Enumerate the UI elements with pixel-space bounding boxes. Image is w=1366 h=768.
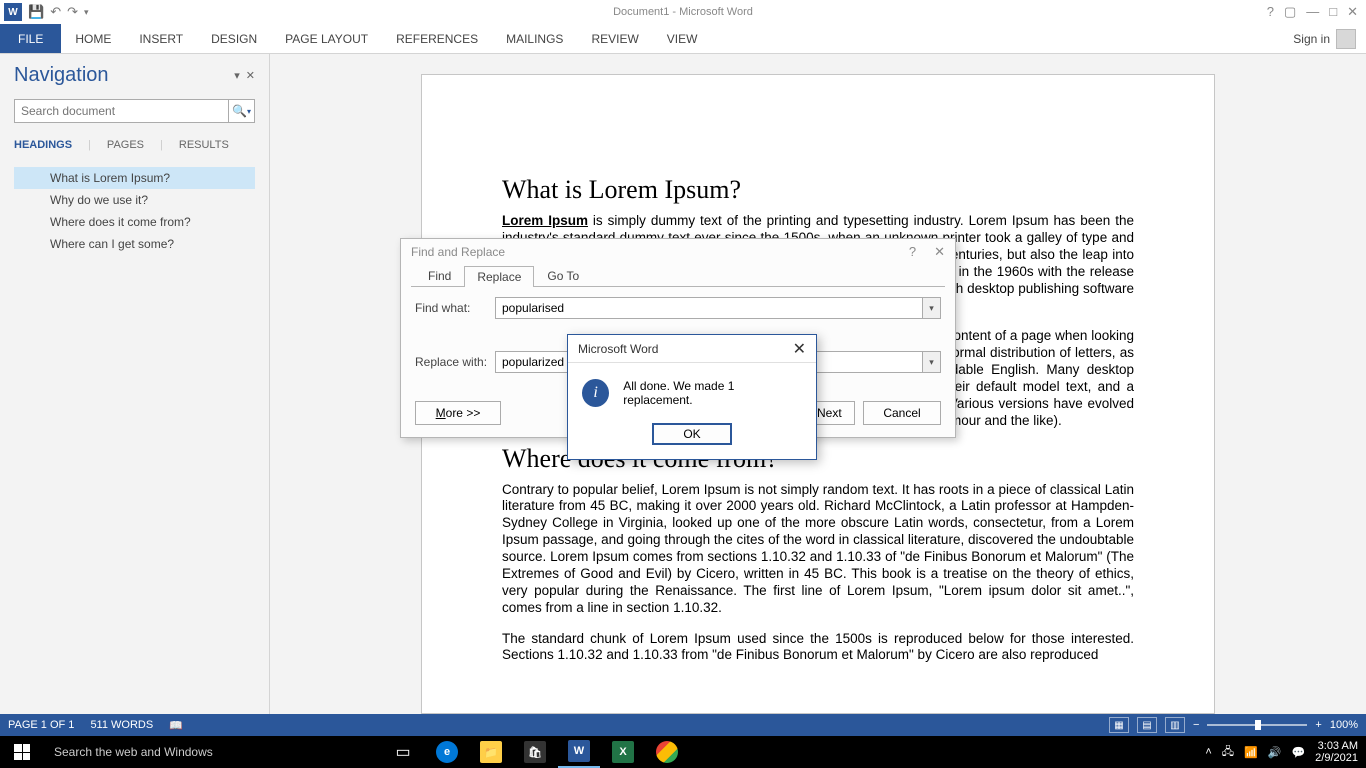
tab-insert[interactable]: INSERT: [125, 24, 197, 53]
zoom-slider[interactable]: [1207, 724, 1307, 726]
sign-in[interactable]: Sign in: [1293, 24, 1366, 53]
tab-review[interactable]: REVIEW: [577, 24, 652, 53]
message-text: All done. We made 1 replacement.: [623, 379, 802, 407]
tab-home[interactable]: HOME: [61, 24, 125, 53]
word-app-icon: W: [4, 3, 22, 21]
system-tray: ˄ 🖧 📶 🔊 💬 3:03 AM 2/9/2021: [1205, 740, 1366, 764]
view-print-icon[interactable]: ▤: [1137, 717, 1157, 733]
tray-clock[interactable]: 3:03 AM 2/9/2021: [1315, 740, 1358, 764]
nav-search-button[interactable]: 🔍 ▾: [228, 100, 254, 122]
sign-in-label: Sign in: [1293, 32, 1330, 46]
more-button[interactable]: MMore >>ore >>: [415, 401, 501, 425]
app-excel[interactable]: X: [602, 736, 644, 768]
tray-date: 2/9/2021: [1315, 752, 1358, 764]
replace-with-label: Replace with:: [415, 355, 495, 369]
status-bar: PAGE 1 OF 1 511 WORDS 📖 ▦ ▤ ▥ − + 100%: [0, 714, 1366, 736]
message-close-icon[interactable]: ✕: [793, 339, 806, 359]
tray-network-icon[interactable]: 🖧: [1222, 743, 1234, 762]
qat-dropdown-icon[interactable]: ▾: [84, 7, 89, 18]
app-chrome[interactable]: [646, 736, 688, 768]
doc-paragraph: Contrary to popular belief, Lorem Ipsum …: [502, 482, 1134, 617]
tray-time: 3:03 AM: [1315, 740, 1358, 752]
redo-icon[interactable]: ↷: [67, 4, 78, 20]
zoom-level[interactable]: 100%: [1330, 719, 1358, 731]
doc-heading-1: What is Lorem Ipsum?: [502, 175, 1134, 205]
fr-tab-find[interactable]: Find: [415, 265, 464, 286]
dialog-help-icon[interactable]: ?: [909, 244, 916, 260]
ribbon-tabs: FILE HOME INSERT DESIGN PAGE LAYOUT REFE…: [0, 24, 1366, 54]
help-icon[interactable]: ?: [1267, 4, 1274, 20]
taskbar-search-placeholder: Search the web and Windows: [54, 745, 213, 759]
ribbon-display-icon[interactable]: ▢: [1284, 4, 1296, 20]
status-page[interactable]: PAGE 1 OF 1: [8, 719, 74, 731]
message-title: Microsoft Word: [578, 342, 658, 356]
fr-tab-replace[interactable]: Replace: [464, 266, 534, 287]
undo-icon[interactable]: ↶: [50, 4, 61, 20]
view-read-icon[interactable]: ▦: [1109, 717, 1129, 733]
tray-action-center-icon[interactable]: 💬: [1291, 746, 1305, 759]
document-title: Document1 - Microsoft Word: [613, 6, 753, 18]
headings-list: What is Lorem Ipsum? Why do we use it? W…: [14, 167, 255, 255]
nav-search: 🔍 ▾: [14, 99, 255, 123]
status-proofing-icon[interactable]: 📖: [169, 719, 183, 732]
find-what-input[interactable]: [495, 297, 923, 319]
nav-search-input[interactable]: [15, 100, 228, 122]
dialog-close-icon[interactable]: ✕: [934, 244, 945, 260]
nav-tab-headings[interactable]: HEADINGS: [14, 139, 72, 155]
view-web-icon[interactable]: ▥: [1165, 717, 1185, 733]
close-icon[interactable]: ✕: [1347, 4, 1358, 20]
navigation-pane: Navigation ▾ ✕ 🔍 ▾ HEADINGS | PAGES | RE…: [0, 54, 270, 714]
nav-tabs: HEADINGS | PAGES | RESULTS: [14, 139, 255, 155]
nav-tab-pages[interactable]: PAGES: [107, 139, 144, 155]
find-replace-title: Find and Replace: [411, 245, 505, 259]
message-dialog: Microsoft Word ✕ i All done. We made 1 r…: [567, 334, 817, 460]
start-button[interactable]: [0, 736, 44, 768]
tray-volume-icon[interactable]: 🔊: [1268, 746, 1282, 759]
app-word[interactable]: W: [558, 736, 600, 768]
app-edge[interactable]: e: [426, 736, 468, 768]
minimize-icon[interactable]: —: [1306, 4, 1319, 20]
tab-view[interactable]: VIEW: [653, 24, 712, 53]
zoom-in-icon[interactable]: +: [1315, 719, 1321, 731]
app-store[interactable]: 🛍: [514, 736, 556, 768]
nav-close-icon[interactable]: ✕: [246, 69, 255, 82]
zoom-out-icon[interactable]: −: [1193, 719, 1199, 731]
cancel-button[interactable]: Cancel: [863, 401, 941, 425]
nav-dropdown-icon[interactable]: ▾: [234, 69, 240, 82]
info-icon: i: [582, 379, 609, 407]
taskbar: Search the web and Windows ▭ e 📁 🛍 W X ˄…: [0, 736, 1366, 768]
tray-wifi-icon[interactable]: 📶: [1244, 746, 1258, 759]
task-view-icon[interactable]: ▭: [382, 736, 424, 768]
taskbar-search[interactable]: Search the web and Windows: [44, 736, 374, 768]
tab-file[interactable]: FILE: [0, 24, 61, 53]
ok-button[interactable]: OK: [652, 423, 732, 445]
tab-page-layout[interactable]: PAGE LAYOUT: [271, 24, 382, 53]
quick-access-toolbar: W 💾 ↶ ↷ ▾: [0, 3, 89, 21]
tray-chevron-icon[interactable]: ˄: [1205, 746, 1211, 758]
window-controls: ? ▢ — □ ✕: [1267, 4, 1366, 20]
tab-mailings[interactable]: MAILINGS: [492, 24, 577, 53]
tab-design[interactable]: DESIGN: [197, 24, 271, 53]
taskbar-apps: ▭ e 📁 🛍 W X: [374, 736, 688, 768]
save-icon[interactable]: 💾: [28, 4, 44, 20]
heading-item[interactable]: What is Lorem Ipsum?: [14, 167, 255, 189]
heading-item[interactable]: Why do we use it?: [14, 189, 255, 211]
windows-icon: [14, 744, 30, 760]
doc-paragraph: The standard chunk of Lorem Ipsum used s…: [502, 631, 1134, 665]
find-dropdown-icon[interactable]: ▾: [923, 297, 941, 319]
replace-dropdown-icon[interactable]: ▾: [923, 351, 941, 373]
heading-item[interactable]: Where can I get some?: [14, 233, 255, 255]
heading-item[interactable]: Where does it come from?: [14, 211, 255, 233]
status-words[interactable]: 511 WORDS: [90, 719, 153, 731]
navigation-title: Navigation: [14, 64, 109, 87]
nav-tab-results[interactable]: RESULTS: [179, 139, 229, 155]
app-file-explorer[interactable]: 📁: [470, 736, 512, 768]
avatar-icon: [1336, 29, 1356, 49]
title-bar: W 💾 ↶ ↷ ▾ Document1 - Microsoft Word ? ▢…: [0, 0, 1366, 24]
find-what-label: Find what:: [415, 301, 495, 315]
tab-references[interactable]: REFERENCES: [382, 24, 492, 53]
fr-tab-goto[interactable]: Go To: [534, 265, 592, 286]
maximize-icon[interactable]: □: [1329, 4, 1337, 20]
